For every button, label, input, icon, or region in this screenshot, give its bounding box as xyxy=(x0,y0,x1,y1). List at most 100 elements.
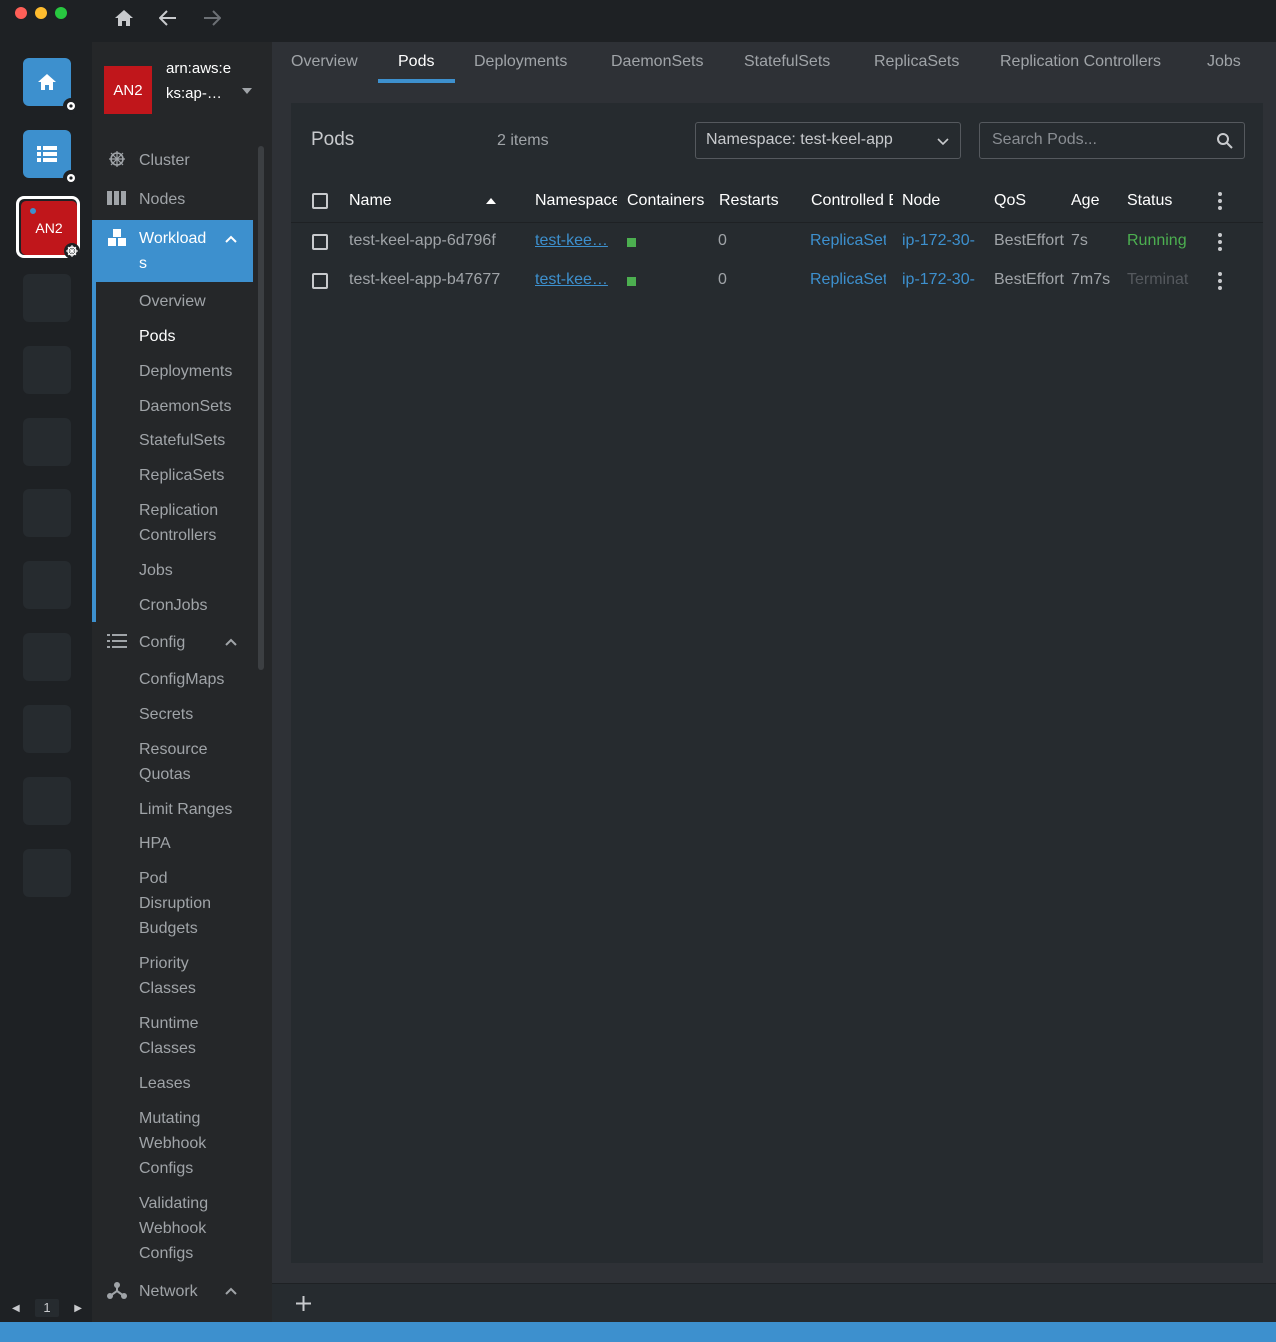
tab-pods[interactable]: Pods xyxy=(398,53,434,71)
sidebar-item-config[interactable]: Config xyxy=(92,630,252,655)
controlled-by-link[interactable]: ReplicaSet xyxy=(810,232,886,250)
hotbar-slot[interactable] xyxy=(23,489,71,537)
restarts-value: 0 xyxy=(718,232,727,249)
sidebar-item-nodes[interactable]: Nodes xyxy=(92,187,252,212)
sidebar-sub-runtime-classes[interactable]: Runtime Classes xyxy=(139,1011,219,1061)
row-checkbox[interactable] xyxy=(312,234,328,250)
row-menu-icon[interactable] xyxy=(1217,272,1223,290)
sidebar-sub-jobs[interactable]: Jobs xyxy=(139,558,254,583)
sidebar-scrollbar[interactable] xyxy=(258,146,264,670)
sidebar-sub-replication-controllers[interactable]: Replication Controllers xyxy=(139,498,239,548)
chevron-up-icon[interactable] xyxy=(224,1284,238,1298)
minimize-window-button[interactable] xyxy=(35,7,47,19)
back-arrow-icon[interactable] xyxy=(156,6,180,30)
tab-deployments[interactable]: Deployments xyxy=(474,53,567,71)
tab-jobs[interactable]: Jobs xyxy=(1207,53,1241,71)
list-icon xyxy=(37,146,57,162)
sidebar-sub-validating-webhook-configs[interactable]: Validating Webhook Configs xyxy=(139,1191,219,1266)
row-checkbox[interactable] xyxy=(312,273,328,289)
sidebar-sub-pods[interactable]: Pods xyxy=(139,324,254,349)
status-value: Running xyxy=(1127,232,1187,249)
panel-title: Pods xyxy=(311,129,355,150)
sidebar-sub-cronjobs[interactable]: CronJobs xyxy=(139,593,254,618)
column-status[interactable]: Status xyxy=(1127,192,1207,210)
sidebar-item-network[interactable]: Network xyxy=(92,1279,252,1304)
hotbar-slot[interactable] xyxy=(23,561,71,609)
column-controlled-by[interactable]: Controlled By xyxy=(811,192,893,210)
triangle-right-icon[interactable]: ▶ xyxy=(74,1303,82,1314)
node-link[interactable]: ip-172-30- xyxy=(902,271,976,289)
nodes-icon xyxy=(106,187,128,209)
sidebar-item-workloads[interactable]: Workloads xyxy=(92,220,253,282)
namespace-link[interactable]: test-kee… xyxy=(535,232,609,250)
namespace-select[interactable]: Namespace: test-keel-app xyxy=(695,122,961,159)
hotbar: AN2 ◀ 1 ▶ xyxy=(2,42,92,1322)
column-node[interactable]: Node xyxy=(902,192,982,210)
sidebar-sub-hpa[interactable]: HPA xyxy=(139,831,254,856)
sidebar-sub-secrets[interactable]: Secrets xyxy=(139,702,254,727)
hotbar-slot[interactable] xyxy=(23,418,71,466)
namespace-link[interactable]: test-kee… xyxy=(535,271,609,289)
caret-down-icon[interactable] xyxy=(242,88,252,94)
hotbar-slot[interactable] xyxy=(23,346,71,394)
close-window-button[interactable] xyxy=(15,7,27,19)
hotbar-slot[interactable] xyxy=(23,274,71,322)
tab-statefulsets[interactable]: StatefulSets xyxy=(744,53,830,71)
sidebar-sub-priority-classes[interactable]: Priority Classes xyxy=(139,951,219,1001)
sidebar-item-label: Cluster xyxy=(139,152,190,169)
maximize-window-button[interactable] xyxy=(55,7,67,19)
column-restarts[interactable]: Restarts xyxy=(719,192,803,210)
column-namespace[interactable]: Namespace xyxy=(535,192,617,210)
column-name[interactable]: Name xyxy=(349,192,469,210)
chevron-up-icon[interactable] xyxy=(224,232,238,246)
sidebar-sub-resource-quotas[interactable]: Resource Quotas xyxy=(139,737,219,787)
column-qos[interactable]: QoS xyxy=(994,192,1064,210)
sidebar-sub-leases[interactable]: Leases xyxy=(139,1071,254,1096)
hotbar-catalog-button[interactable] xyxy=(23,130,79,186)
cluster-name: arn:aws:eks:ap-… xyxy=(166,60,232,102)
search-input[interactable]: Search Pods... xyxy=(979,122,1245,159)
hotbar-home-button[interactable] xyxy=(23,58,79,114)
sidebar-sub-deployments[interactable]: Deployments xyxy=(139,359,254,384)
column-menu-icon[interactable] xyxy=(1217,192,1223,210)
sidebar-sub-statefulsets[interactable]: StatefulSets xyxy=(139,428,254,453)
table-row[interactable]: test-keel-app-b47677 test-kee… 0 Replica… xyxy=(291,262,1263,301)
cluster-header[interactable]: AN2 arn:aws:eks:ap-… xyxy=(92,42,272,138)
sidebar-sub-limit-ranges[interactable]: Limit Ranges xyxy=(139,797,254,822)
select-all-checkbox[interactable] xyxy=(312,193,328,209)
sidebar-sub-mutating-webhook-configs[interactable]: Mutating Webhook Configs xyxy=(139,1106,219,1181)
sidebar-item-label: Config xyxy=(139,634,186,651)
row-menu-icon[interactable] xyxy=(1217,233,1223,251)
title-bar xyxy=(0,0,1276,42)
forward-arrow-icon[interactable] xyxy=(200,6,224,30)
hotbar-slot[interactable] xyxy=(23,849,71,897)
tab-bar: Overview Pods Deployments DaemonSets Sta… xyxy=(272,42,1276,84)
table-row[interactable]: test-keel-app-6d796f test-kee… 0 Replica… xyxy=(291,223,1263,262)
column-containers[interactable]: Containers xyxy=(627,192,711,210)
tab-overview[interactable]: Overview xyxy=(291,53,358,71)
sort-ascending-icon[interactable] xyxy=(485,197,497,205)
sidebar-item-label: Network xyxy=(139,1283,198,1300)
sidebar-sub-configmaps[interactable]: ConfigMaps xyxy=(139,667,254,692)
workloads-cubes-icon xyxy=(106,227,128,249)
chevron-up-icon[interactable] xyxy=(224,635,238,649)
triangle-left-icon[interactable]: ◀ xyxy=(12,1303,20,1314)
hotbar-slot[interactable] xyxy=(23,633,71,681)
sidebar-sub-daemonsets[interactable]: DaemonSets xyxy=(139,394,254,419)
plus-icon[interactable] xyxy=(295,1295,312,1312)
sidebar-item-cluster[interactable]: Cluster xyxy=(92,148,252,173)
hotbar-slot[interactable] xyxy=(23,777,71,825)
sidebar-sub-pod-disruption-budgets[interactable]: Pod Disruption Budgets xyxy=(139,866,219,941)
panel-header: Pods 2 items Namespace: test-keel-app Se… xyxy=(291,103,1263,178)
sidebar-sub-replicasets[interactable]: ReplicaSets xyxy=(139,463,254,488)
sidebar-sub-overview[interactable]: Overview xyxy=(139,289,254,314)
tab-replicasets[interactable]: ReplicaSets xyxy=(874,53,959,71)
tab-daemonsets[interactable]: DaemonSets xyxy=(611,53,704,71)
column-age[interactable]: Age xyxy=(1071,192,1121,210)
workloads-active-bar xyxy=(92,282,96,622)
hotbar-slot[interactable] xyxy=(23,705,71,753)
tab-replication-controllers[interactable]: Replication Controllers xyxy=(1000,53,1161,71)
node-link[interactable]: ip-172-30- xyxy=(902,232,976,250)
controlled-by-link[interactable]: ReplicaSet xyxy=(810,271,886,289)
home-icon[interactable] xyxy=(112,6,136,30)
